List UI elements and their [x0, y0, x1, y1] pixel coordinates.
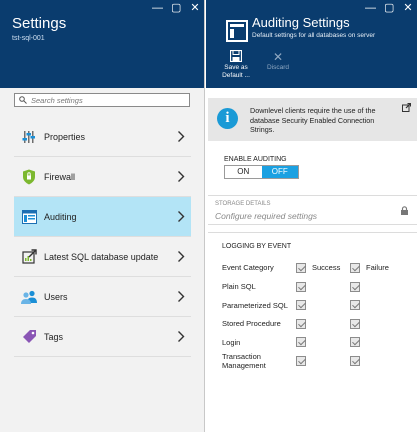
auditing-settings-icon: [226, 20, 248, 42]
menu-item-label: Latest SQL database update: [44, 251, 159, 262]
menu-item-properties[interactable]: Properties: [14, 117, 191, 157]
event-row-label: Transaction Management: [222, 352, 266, 370]
event-row-label: Parameterized SQL: [222, 301, 288, 310]
settings-menu: Properties Firewall Auditing Latest SQL …: [14, 117, 191, 357]
event-row-label: Plain SQL: [222, 282, 256, 291]
storage-details-value: Configure required settings: [215, 211, 318, 221]
info-banner[interactable]: i Downlevel clients require the use of t…: [208, 98, 417, 141]
settings-blade: Settings tst-sql-001 — ▢ ✕ Properties Fi…: [0, 0, 205, 432]
menu-item-label: Tags: [44, 331, 64, 342]
success-checkbox[interactable]: [296, 282, 306, 292]
discard-label: Discard: [266, 64, 290, 71]
settings-header: Settings tst-sql-001 — ▢ ✕: [0, 0, 204, 88]
chevron-right-icon: [178, 251, 185, 262]
close-icon[interactable]: ✕: [403, 2, 413, 14]
menu-item-label: Firewall: [44, 171, 76, 182]
success-header: Success: [312, 263, 341, 272]
search-input[interactable]: [31, 95, 181, 105]
info-message: Downlevel clients require the use of the…: [250, 106, 376, 134]
logging-section: [208, 232, 417, 432]
failure-header: Failure: [366, 263, 389, 272]
menu-item-tags[interactable]: Tags: [14, 317, 191, 357]
properties-icon: [20, 128, 38, 146]
failure-all-checkbox[interactable]: [350, 263, 360, 273]
auditing-subtitle: Default settings for all databases on se…: [252, 32, 376, 39]
enable-auditing-label: ENABLE AUDITING: [224, 156, 287, 163]
command-bar: Save as Default ... ✕ Discard: [220, 49, 294, 80]
update-icon: [20, 248, 38, 266]
toggle-on-option[interactable]: ON: [225, 166, 262, 178]
menu-item-label: Properties: [44, 131, 86, 142]
success-checkbox[interactable]: [296, 319, 306, 329]
external-link-icon[interactable]: [402, 102, 412, 114]
users-icon: [20, 288, 38, 306]
menu-item-update[interactable]: Latest SQL database update: [14, 237, 191, 277]
toggle-off-option[interactable]: OFF: [261, 166, 298, 178]
save-as-default-button[interactable]: Save as Default ...: [220, 49, 252, 80]
failure-checkbox[interactable]: [350, 356, 360, 366]
discard-icon: ✕: [272, 50, 284, 64]
menu-item-firewall[interactable]: Firewall: [14, 157, 191, 197]
firewall-icon: [20, 168, 38, 186]
failure-checkbox[interactable]: [350, 337, 360, 347]
chevron-right-icon: [178, 131, 185, 142]
save-label: Save as Default ...: [222, 64, 250, 79]
maximize-icon[interactable]: ▢: [384, 2, 394, 14]
lock-icon: [401, 206, 408, 215]
failure-checkbox[interactable]: [350, 282, 360, 292]
enable-auditing-toggle[interactable]: ON OFF: [224, 165, 299, 179]
success-checkbox[interactable]: [296, 337, 306, 347]
window-controls: — ▢ ✕: [152, 2, 200, 14]
menu-item-label: Auditing: [44, 211, 77, 222]
failure-checkbox[interactable]: [350, 300, 360, 310]
menu-item-users[interactable]: Users: [14, 277, 191, 317]
menu-item-label: Users: [44, 291, 68, 302]
server-name: tst-sql-001: [12, 35, 45, 42]
success-checkbox[interactable]: [296, 356, 306, 366]
event-row-label: Login: [222, 338, 241, 347]
tag-icon: [20, 328, 38, 346]
minimize-icon[interactable]: —: [152, 2, 163, 14]
failure-checkbox[interactable]: [350, 319, 360, 329]
settings-title: Settings: [12, 15, 67, 32]
chevron-right-icon: [178, 331, 185, 342]
info-icon: i: [217, 108, 238, 129]
close-icon[interactable]: ✕: [190, 2, 200, 14]
menu-item-auditing[interactable]: Auditing: [14, 197, 191, 237]
success-all-checkbox[interactable]: [296, 263, 306, 273]
chevron-right-icon: [178, 211, 185, 222]
window-controls: — ▢ ✕: [365, 2, 413, 14]
chevron-right-icon: [178, 291, 185, 302]
auditing-title: Auditing Settings: [252, 15, 350, 30]
event-row-label: Stored Procedure: [222, 319, 281, 328]
auditing-header: Auditing Settings Default settings for a…: [206, 0, 417, 88]
maximize-icon[interactable]: ▢: [171, 2, 181, 14]
storage-details-label: STORAGE DETAILS: [215, 201, 271, 207]
event-category-header: Event Category: [222, 263, 274, 272]
auditing-icon: [20, 208, 38, 226]
chevron-right-icon: [178, 171, 185, 182]
success-checkbox[interactable]: [296, 300, 306, 310]
search-box[interactable]: [14, 93, 190, 107]
logging-title: LOGGING BY EVENT: [222, 243, 292, 250]
discard-button[interactable]: ✕ Discard: [262, 50, 294, 80]
minimize-icon[interactable]: —: [365, 2, 376, 14]
search-icon: [19, 96, 27, 104]
save-icon: [220, 49, 252, 64]
storage-details-row[interactable]: STORAGE DETAILS Configure required setti…: [208, 195, 417, 225]
